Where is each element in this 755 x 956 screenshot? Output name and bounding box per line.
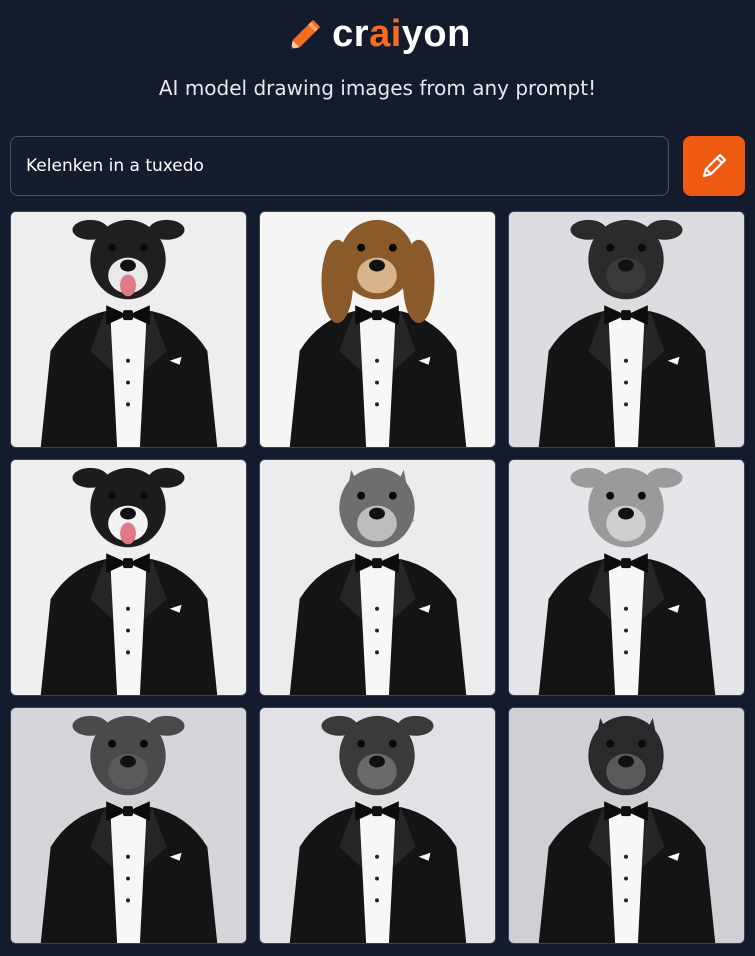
- result-image-1[interactable]: [10, 211, 247, 448]
- result-image-4[interactable]: [10, 459, 247, 696]
- result-grid: [10, 211, 746, 944]
- prompt-input[interactable]: Kelenken in a tuxedo: [10, 136, 669, 196]
- result-image-2[interactable]: [259, 211, 496, 448]
- craiyon-page: craiyon AI model drawing images from any…: [0, 0, 755, 956]
- tagline: AI model drawing images from any prompt!: [158, 76, 597, 100]
- result-image-6[interactable]: [508, 459, 745, 696]
- draw-button[interactable]: [683, 136, 745, 196]
- craiyon-logo[interactable]: craiyon: [0, 12, 755, 56]
- result-image-8[interactable]: [259, 707, 496, 944]
- result-image-3[interactable]: [508, 211, 745, 448]
- result-image-7[interactable]: [10, 707, 247, 944]
- result-image-9[interactable]: [508, 707, 745, 944]
- logo-text: craiyon: [332, 12, 471, 55]
- result-image-5[interactable]: [259, 459, 496, 696]
- pencil-icon: [702, 153, 727, 178]
- pencil-icon: [291, 19, 321, 49]
